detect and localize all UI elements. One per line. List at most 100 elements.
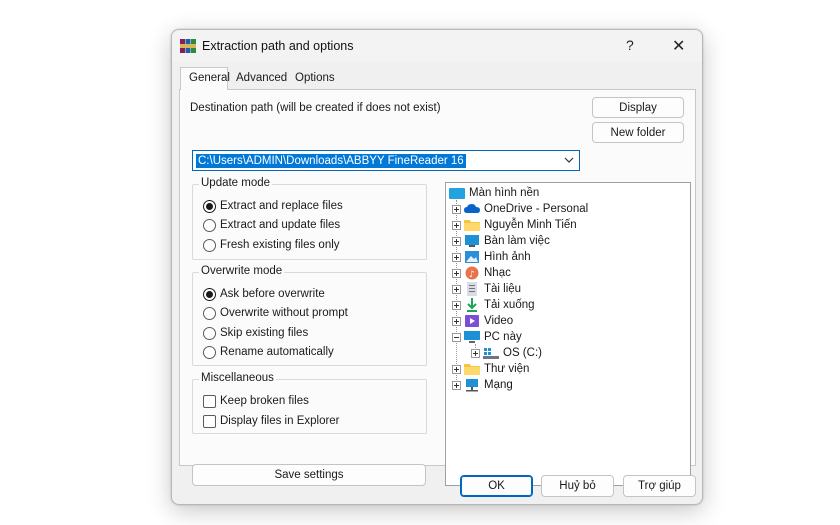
tree-item-label: OneDrive - Personal bbox=[484, 203, 589, 215]
ok-button[interactable]: OK bbox=[460, 475, 533, 497]
update-mode-group: Update mode Extract and replace files Ex… bbox=[192, 177, 427, 260]
new-folder-button[interactable]: New folder bbox=[592, 122, 684, 143]
desktop-icon bbox=[465, 235, 479, 247]
checkbox-label: Keep broken files bbox=[220, 395, 309, 407]
tree-item-label: Hình ảnh bbox=[484, 251, 531, 263]
tree-item-label: Thư viện bbox=[484, 363, 530, 375]
tab-options[interactable]: Options bbox=[291, 69, 339, 90]
expand-icon[interactable] bbox=[452, 300, 461, 310]
radio-label: Rename automatically bbox=[220, 346, 334, 358]
destination-path-combo[interactable]: C:\Users\ADMIN\Downloads\ABBYY FineReade… bbox=[192, 150, 580, 171]
checkbox[interactable] bbox=[203, 394, 216, 408]
tree-item-music[interactable]: ♪ Nhạc bbox=[452, 265, 511, 281]
radio-label: Fresh existing files only bbox=[220, 239, 340, 251]
tree-item-this-pc[interactable]: PC này bbox=[452, 329, 522, 345]
pictures-icon bbox=[465, 251, 479, 263]
tree-item-root[interactable]: Màn hình nền bbox=[449, 185, 539, 201]
expand-icon[interactable] bbox=[452, 316, 461, 326]
overwrite-mode-group: Overwrite mode Ask before overwrite Over… bbox=[192, 265, 427, 366]
close-button[interactable]: ✕ bbox=[672, 36, 685, 56]
drive-icon bbox=[483, 348, 499, 359]
pc-icon bbox=[464, 331, 480, 343]
tree-item-label: Tải xuống bbox=[484, 299, 535, 311]
tree-item-pictures[interactable]: Hình ảnh bbox=[452, 249, 531, 265]
radio-label: Extract and replace files bbox=[220, 200, 343, 212]
radio-button[interactable] bbox=[203, 287, 216, 301]
expand-icon[interactable] bbox=[452, 380, 461, 390]
documents-icon bbox=[467, 282, 477, 296]
general-panel: Destination path (will be created if doe… bbox=[179, 89, 696, 486]
radio-label: Ask before overwrite bbox=[220, 288, 325, 300]
cancel-button[interactable]: Huỷ bỏ bbox=[541, 475, 614, 497]
radio-button[interactable] bbox=[203, 306, 216, 320]
expand-icon[interactable] bbox=[452, 284, 461, 294]
tree-item-label: OS (C:) bbox=[503, 347, 542, 359]
tree-item-label: Màn hình nền bbox=[469, 187, 540, 199]
radio-label: Overwrite without prompt bbox=[220, 307, 348, 319]
tree-item-downloads[interactable]: Tải xuống bbox=[452, 297, 535, 313]
radio-button[interactable] bbox=[203, 238, 216, 252]
extraction-dialog: Extraction path and options ? ✕ General … bbox=[171, 29, 703, 505]
radio-skip-existing[interactable]: Skip existing files bbox=[203, 325, 308, 341]
help-button[interactable]: Trợ giúp bbox=[623, 475, 696, 497]
tree-item-documents[interactable]: Tài liệu bbox=[452, 281, 521, 297]
expand-icon[interactable] bbox=[452, 220, 461, 230]
tree-item-videos[interactable]: Video bbox=[452, 313, 513, 329]
desktop-folder-icon bbox=[449, 188, 465, 199]
expand-icon[interactable] bbox=[452, 252, 461, 262]
checkbox-display-in-explorer[interactable]: Display files in Explorer bbox=[203, 413, 340, 429]
radio-button[interactable] bbox=[203, 218, 216, 232]
winrar-icon bbox=[180, 39, 196, 53]
expand-icon[interactable] bbox=[452, 364, 461, 374]
tree-item-os-drive[interactable]: OS (C:) bbox=[471, 345, 542, 361]
videos-icon bbox=[465, 315, 479, 327]
tab-advanced[interactable]: Advanced bbox=[232, 69, 291, 90]
overwrite-mode-title: Overwrite mode bbox=[199, 265, 285, 277]
expand-icon[interactable] bbox=[452, 268, 461, 278]
cloud-icon bbox=[464, 204, 480, 213]
checkbox-label: Display files in Explorer bbox=[220, 415, 340, 427]
chevron-down-icon[interactable] bbox=[564, 156, 574, 164]
destination-path-value[interactable]: C:\Users\ADMIN\Downloads\ABBYY FineReade… bbox=[196, 154, 466, 168]
tree-item-desktop[interactable]: Bàn làm việc bbox=[452, 233, 550, 249]
radio-button[interactable] bbox=[203, 326, 216, 340]
tree-item-label: Video bbox=[484, 315, 514, 327]
tree-item-user[interactable]: Nguyễn Minh Tiến bbox=[452, 217, 577, 233]
radio-fresh-existing[interactable]: Fresh existing files only bbox=[203, 237, 340, 253]
tree-item-label: Tài liệu bbox=[484, 283, 522, 295]
radio-rename-automatically[interactable]: Rename automatically bbox=[203, 344, 334, 360]
radio-label: Extract and update files bbox=[220, 219, 341, 231]
music-icon: ♪ bbox=[465, 266, 479, 280]
miscellaneous-group: Miscellaneous Keep broken files Display … bbox=[192, 372, 427, 434]
help-title-button[interactable]: ? bbox=[626, 37, 634, 53]
tree-item-label: Nhạc bbox=[484, 267, 511, 279]
folder-tree[interactable]: Màn hình nền OneDrive - Personal Nguyễn … bbox=[445, 182, 691, 486]
radio-overwrite-without-prompt[interactable]: Overwrite without prompt bbox=[203, 305, 348, 321]
tree-item-label: Mạng bbox=[484, 379, 513, 391]
tab-general[interactable]: General bbox=[180, 67, 230, 90]
radio-ask-before-overwrite[interactable]: Ask before overwrite bbox=[203, 286, 325, 302]
save-settings-button[interactable]: Save settings bbox=[192, 464, 426, 486]
dialog-title: Extraction path and options bbox=[202, 39, 354, 53]
title-bar[interactable]: Extraction path and options ? ✕ bbox=[172, 30, 702, 62]
checkbox-keep-broken[interactable]: Keep broken files bbox=[203, 393, 309, 409]
checkbox[interactable] bbox=[203, 414, 216, 428]
tree-item-label: Nguyễn Minh Tiến bbox=[484, 219, 577, 231]
radio-extract-replace[interactable]: Extract and replace files bbox=[203, 198, 343, 214]
tree-item-libraries[interactable]: Thư viện bbox=[452, 361, 529, 377]
radio-button[interactable] bbox=[203, 345, 216, 359]
tree-item-onedrive[interactable]: OneDrive - Personal bbox=[452, 201, 588, 217]
tree-item-label: PC này bbox=[484, 331, 522, 343]
expand-icon[interactable] bbox=[452, 236, 461, 246]
display-button[interactable]: Display bbox=[592, 97, 684, 118]
radio-label: Skip existing files bbox=[220, 327, 309, 339]
expand-icon[interactable] bbox=[471, 348, 480, 358]
radio-extract-update[interactable]: Extract and update files bbox=[203, 217, 340, 233]
collapse-icon[interactable] bbox=[452, 332, 461, 342]
destination-label: Destination path (will be created if doe… bbox=[190, 102, 441, 114]
radio-button[interactable] bbox=[203, 199, 216, 213]
tree-item-network[interactable]: Mạng bbox=[452, 377, 513, 393]
expand-icon[interactable] bbox=[452, 204, 461, 214]
tree-item-label: Bàn làm việc bbox=[484, 235, 550, 247]
user-folder-icon bbox=[464, 220, 480, 231]
